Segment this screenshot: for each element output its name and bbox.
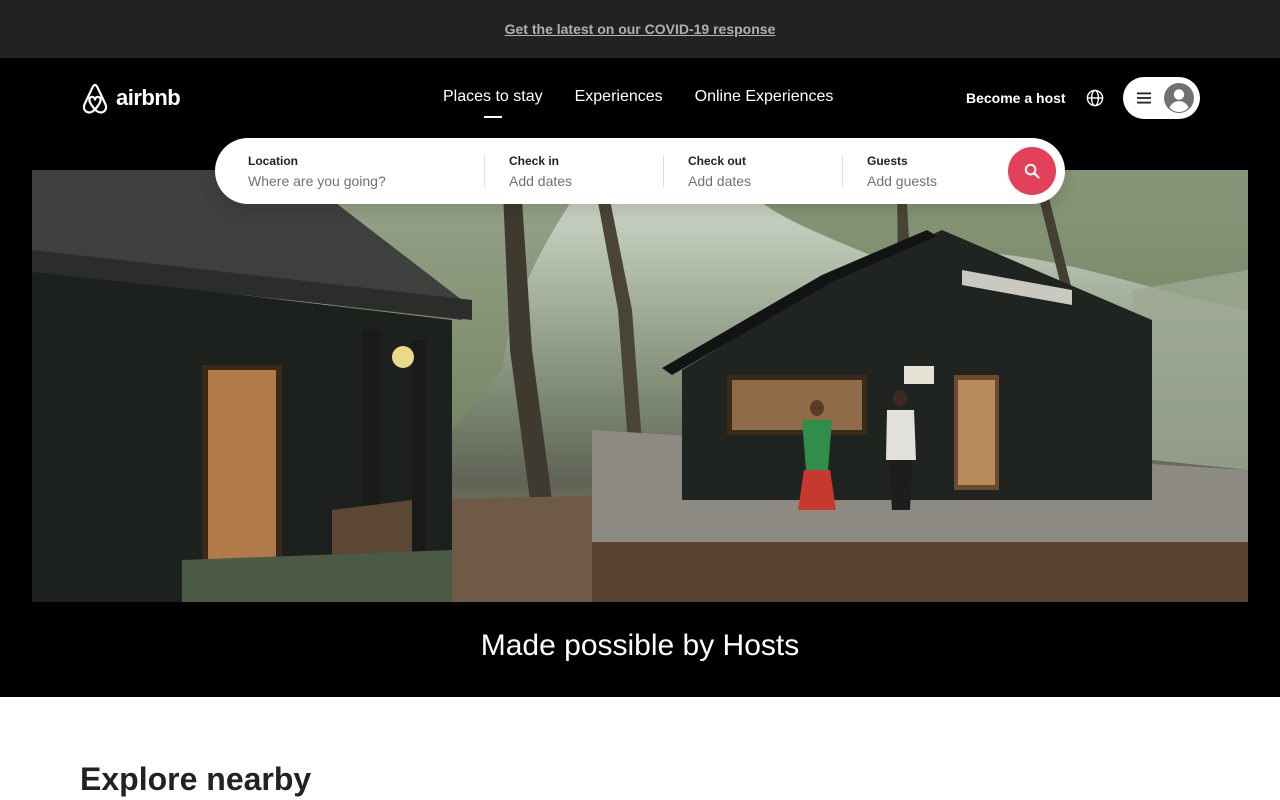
guests-input[interactable]: Add guests (867, 172, 997, 190)
search-divider (663, 155, 664, 187)
logo-wordmark: airbnb (116, 85, 181, 110)
explore-nearby-heading: Explore nearby (80, 761, 312, 797)
location-input[interactable]: Where are you going? (248, 172, 478, 190)
location-label: Location (248, 154, 298, 168)
hamburger-menu-icon (1137, 92, 1151, 104)
check-in-input[interactable]: Add dates (509, 172, 659, 190)
search-button[interactable] (1008, 147, 1056, 195)
search-divider (484, 155, 485, 187)
tab-experiences[interactable]: Experiences (575, 86, 663, 108)
globe-icon[interactable] (1086, 89, 1104, 107)
check-out-field[interactable]: Check out Add dates (688, 138, 838, 204)
search-divider (842, 155, 843, 187)
check-out-input[interactable]: Add dates (688, 172, 838, 190)
check-out-label: Check out (688, 154, 747, 168)
main-nav: Places to stay Experiences Online Experi… (443, 86, 834, 118)
tab-online-experiences[interactable]: Online Experiences (695, 86, 834, 108)
user-avatar-icon (1164, 83, 1194, 113)
hero-caption: Made possible by Hosts (480, 629, 800, 662)
guests-label: Guests (867, 154, 908, 168)
become-a-host-link[interactable]: Become a host (966, 88, 1066, 108)
airbnb-logo[interactable]: airbnb (80, 82, 181, 114)
check-in-field[interactable]: Check in Add dates (509, 138, 659, 204)
covid-banner: Get the latest on our COVID-19 response (0, 0, 1280, 58)
hero-photo (32, 170, 1248, 602)
check-in-label: Check in (509, 154, 560, 168)
tab-places-to-stay[interactable]: Places to stay (443, 86, 543, 118)
location-field[interactable]: Location Where are you going? (248, 138, 478, 204)
guests-field[interactable]: Guests Add guests (867, 138, 997, 204)
search-icon (1024, 163, 1040, 179)
search-bar: Location Where are you going? Check in A… (215, 138, 1065, 204)
covid-response-link[interactable]: Get the latest on our COVID-19 response (505, 21, 776, 37)
airbnb-logo-icon (82, 83, 108, 114)
user-menu-button[interactable] (1123, 77, 1200, 119)
